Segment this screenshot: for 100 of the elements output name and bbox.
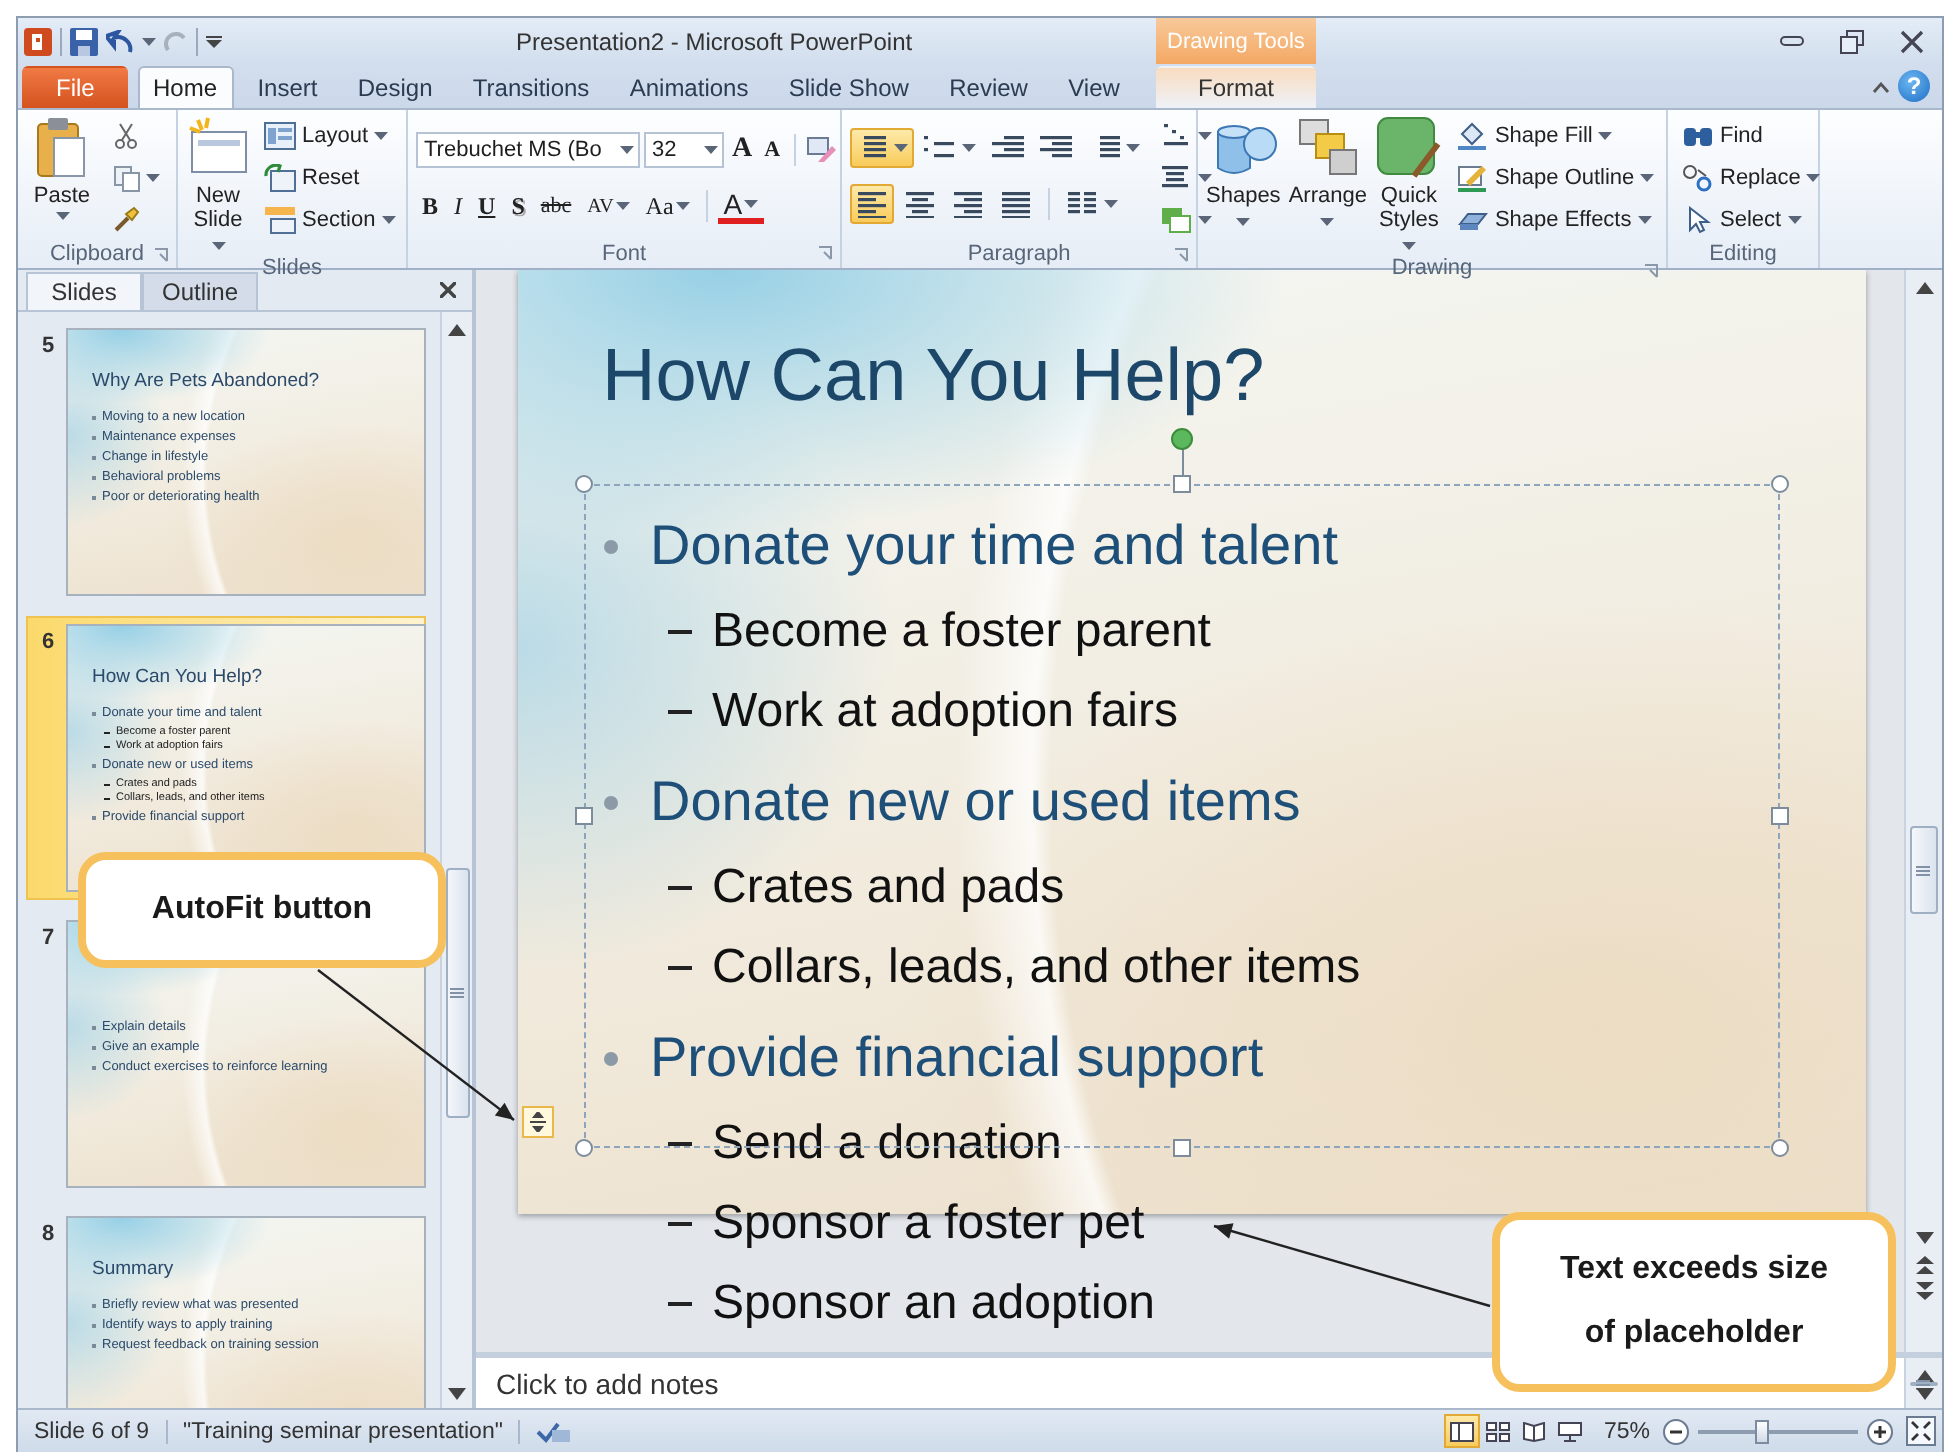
case-button[interactable]: Aa	[639, 186, 696, 226]
scroll-up-icon[interactable]	[1915, 1370, 1933, 1382]
group-label: Editing	[1709, 242, 1777, 266]
caret-icon	[1236, 218, 1251, 226]
bullets-button[interactable]	[850, 128, 914, 168]
spacing-button[interactable]: AV	[581, 186, 636, 226]
dialog-launcher-icon[interactable]	[818, 246, 832, 260]
caret-icon	[1126, 144, 1140, 152]
ribbon-tab[interactable]: Slide Show	[772, 66, 925, 108]
callout-tooltip: Text exceeds size of placeholder	[1492, 1212, 1896, 1392]
section-button[interactable]: Section	[258, 200, 402, 240]
shrink-font-button[interactable]: A	[760, 138, 785, 162]
spell-check-icon[interactable]	[536, 1418, 573, 1444]
caret-icon	[142, 37, 156, 45]
align-left-button[interactable]	[850, 184, 894, 224]
dialog-launcher-icon[interactable]	[1644, 264, 1658, 278]
resize-handle[interactable]	[1771, 807, 1789, 825]
resize-handle[interactable]	[575, 475, 593, 493]
collapse-ribbon-icon[interactable]	[1872, 82, 1890, 94]
minimize-icon	[1780, 35, 1804, 47]
caret-icon	[704, 146, 718, 154]
scroll-down-icon[interactable]	[448, 1388, 466, 1400]
arrange-icon	[1293, 116, 1362, 180]
bold-button[interactable]: B	[416, 186, 445, 226]
styles-button[interactable]: Quick Styles	[1374, 116, 1443, 256]
align-left-icon	[856, 190, 888, 218]
align-justify-icon	[1000, 190, 1032, 218]
resize-handle[interactable]	[575, 1139, 593, 1157]
scroll-thumb[interactable]	[1909, 826, 1939, 914]
zoom-slider-thumb[interactable]	[1755, 1419, 1769, 1443]
scroll-down-icon[interactable]	[1915, 1232, 1933, 1244]
shapes-button[interactable]: Shapes	[1206, 116, 1281, 232]
dialog-launcher-icon[interactable]	[154, 248, 168, 262]
scroll-up-icon[interactable]	[1915, 282, 1933, 294]
zoom-out-icon[interactable]	[1662, 1417, 1690, 1445]
bullet-icon	[604, 795, 618, 809]
slide-position: Slide 6 of 9	[18, 1419, 168, 1443]
ribbon-tab[interactable]: Review	[933, 66, 1044, 108]
ribbon-tab[interactable]: Animations	[613, 66, 765, 108]
close-icon[interactable]	[440, 282, 456, 298]
caret-icon	[1640, 174, 1655, 182]
autofit-button[interactable]	[522, 1106, 554, 1138]
restore-icon	[1840, 29, 1864, 53]
new-slide-button[interactable]: New Slide	[186, 116, 250, 256]
customize-toolbar-icon[interactable]	[206, 33, 222, 49]
font-name-field[interactable]: Trebuchet MS (Bo	[416, 132, 640, 168]
layout-button[interactable]: Layout	[258, 116, 402, 156]
resize-handle[interactable]	[1173, 475, 1191, 493]
previous-slide-icon[interactable]	[1915, 1256, 1933, 1274]
grow-font-button[interactable]: A	[728, 134, 757, 166]
copy-icon	[112, 164, 140, 192]
rotation-handle[interactable]	[1171, 428, 1193, 450]
underline-button[interactable]: U	[472, 186, 502, 226]
bullet-text: Work at adoption fairs	[712, 684, 1179, 740]
resize-handle[interactable]	[1771, 1139, 1789, 1157]
reset-button[interactable]: Reset	[258, 158, 402, 198]
zoom-in-icon[interactable]	[1866, 1417, 1894, 1445]
slide-number: 5	[39, 332, 57, 362]
ribbon-tab[interactable]: Transitions	[456, 66, 606, 108]
resize-handle[interactable]	[1173, 1139, 1191, 1157]
find-button[interactable]: Find	[1676, 116, 1827, 156]
replace-button[interactable]: Replace	[1676, 158, 1827, 198]
paste-button[interactable]: Paste	[26, 116, 98, 220]
dialog-launcher-icon[interactable]	[1174, 248, 1188, 262]
panel-tab[interactable]: Slides	[26, 272, 142, 310]
clipboard-icon	[36, 116, 88, 180]
strike-button[interactable]: abc	[534, 186, 578, 226]
clear-formatting-icon[interactable]	[806, 136, 839, 164]
save-icon[interactable]	[70, 27, 98, 55]
fit-to-window-icon[interactable]	[1906, 1416, 1936, 1446]
select-button[interactable]: Select	[1676, 200, 1827, 240]
normal-view-button[interactable]	[1443, 1414, 1480, 1448]
ribbon-tab[interactable]: View	[1052, 66, 1136, 108]
shape-effects-button[interactable]: Shape Effects	[1450, 200, 1661, 240]
next-slide-icon[interactable]	[1915, 1282, 1933, 1300]
bullet-text: Become a foster parent	[712, 604, 1211, 660]
group-label: Paragraph	[967, 242, 1071, 266]
ribbon-tab[interactable]: Insert	[241, 66, 334, 108]
scroll-up-icon[interactable]	[448, 324, 466, 336]
italic-button[interactable]: I	[448, 186, 469, 226]
ribbon-tab[interactable]: Design	[341, 66, 449, 108]
thumbnail-title: How Can You Help?	[92, 666, 265, 688]
undo-icon[interactable]	[106, 29, 134, 53]
shape-outline-button[interactable]: Shape Outline	[1450, 158, 1661, 198]
shape-fill-button[interactable]: Shape Fill	[1450, 116, 1661, 156]
scroll-down-icon[interactable]	[1915, 1388, 1933, 1400]
font-size-field[interactable]: 32	[644, 132, 724, 168]
thumbnail-title: Summary	[92, 1258, 176, 1280]
color-button[interactable]: A	[717, 189, 765, 223]
caret-icon	[620, 146, 634, 154]
arrange-button[interactable]: Arrange	[1288, 116, 1367, 232]
replace-icon	[1682, 164, 1714, 192]
shadow-button[interactable]: S	[505, 186, 531, 226]
ribbon-tab[interactable]: Home	[137, 66, 234, 108]
panel-tab[interactable]: Outline	[142, 272, 258, 310]
resize-handle[interactable]	[575, 807, 593, 825]
resize-handle[interactable]	[1771, 475, 1789, 493]
ribbon-tab[interactable]: Format	[1156, 66, 1316, 108]
scroll-thumb[interactable]	[445, 868, 469, 1118]
align-text-icon	[1160, 164, 1192, 192]
